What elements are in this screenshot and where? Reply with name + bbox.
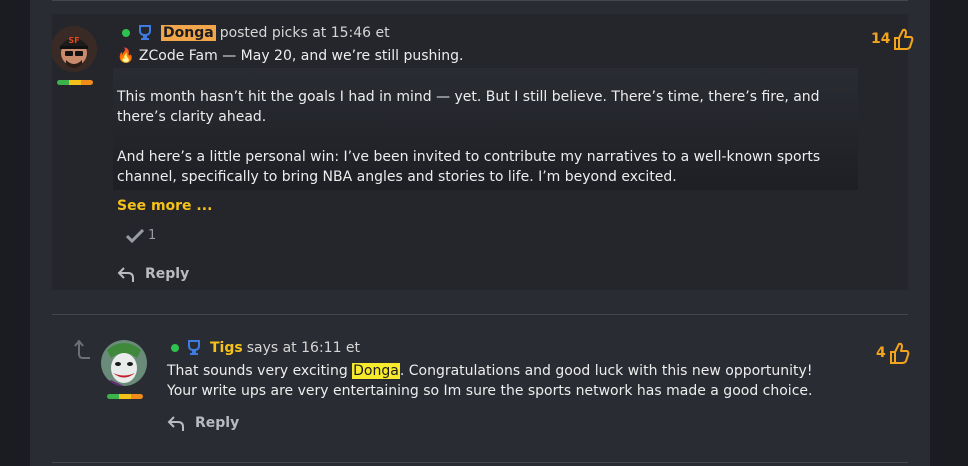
post-reply-button[interactable]: Reply: [117, 265, 189, 283]
thread-up-arrow-icon: [74, 340, 90, 359]
thumbs-up-icon: [894, 28, 914, 50]
comment-meta: Tigs says at 16:11 et: [171, 340, 360, 356]
comment-like-button[interactable]: 4: [876, 342, 910, 364]
comment-meta-text: says at 16:11 et: [246, 340, 361, 356]
post-first-line: 🔥 ZCode Fam — May 20, and we’re still pu…: [117, 48, 464, 64]
reply-arrow-icon: [117, 267, 134, 282]
rank-bar: [57, 80, 93, 85]
see-more-link[interactable]: See more ...: [117, 198, 212, 214]
confirm-button[interactable]: 1: [126, 228, 156, 243]
post-meta: Donga posted picks at 15:46 et: [122, 25, 390, 41]
trophy-badge-icon: [139, 25, 151, 40]
comment-reply-label: Reply: [195, 415, 240, 431]
comment-text: That sounds very exciting Donga. Congrat…: [167, 361, 867, 401]
reply-arrow-icon: [167, 416, 184, 431]
fire-emoji: 🔥: [117, 48, 135, 64]
comment-avatar[interactable]: [101, 340, 147, 386]
comment-username[interactable]: Tigs: [210, 340, 243, 356]
post-like-count: 14: [871, 31, 891, 47]
checkmark-icon: [126, 228, 144, 243]
post-username[interactable]: Donga: [161, 25, 216, 41]
comment-like-count: 4: [876, 345, 886, 361]
comment-rank-bar: [107, 394, 143, 399]
comment-reply-button[interactable]: Reply: [167, 414, 239, 432]
divider: [52, 0, 908, 1]
post-reply-label: Reply: [145, 266, 190, 282]
divider: [52, 314, 908, 315]
post-like-button[interactable]: 14: [871, 28, 914, 50]
svg-text:SF: SF: [68, 36, 79, 45]
trophy-badge-icon: [188, 340, 200, 355]
avatar[interactable]: SF: [51, 26, 97, 72]
online-status-icon: [171, 344, 179, 352]
mention-highlight[interactable]: Donga: [352, 363, 400, 379]
post-paragraph-1: This month hasn’t hit the goals I had in…: [117, 89, 820, 125]
post-paragraph-2: And here’s a little personal win: I’ve b…: [117, 149, 821, 185]
online-status-icon: [122, 29, 130, 37]
confirm-count: 1: [148, 228, 157, 243]
divider: [52, 462, 908, 463]
post-meta-text: posted picks at 15:46 et: [219, 25, 390, 41]
thumbs-up-icon: [889, 342, 910, 364]
page: SF Donga posted picks at 15:46 et 14 🔥 Z…: [0, 0, 968, 466]
comment-line-2: Your write ups are very entertaining so …: [167, 383, 813, 399]
